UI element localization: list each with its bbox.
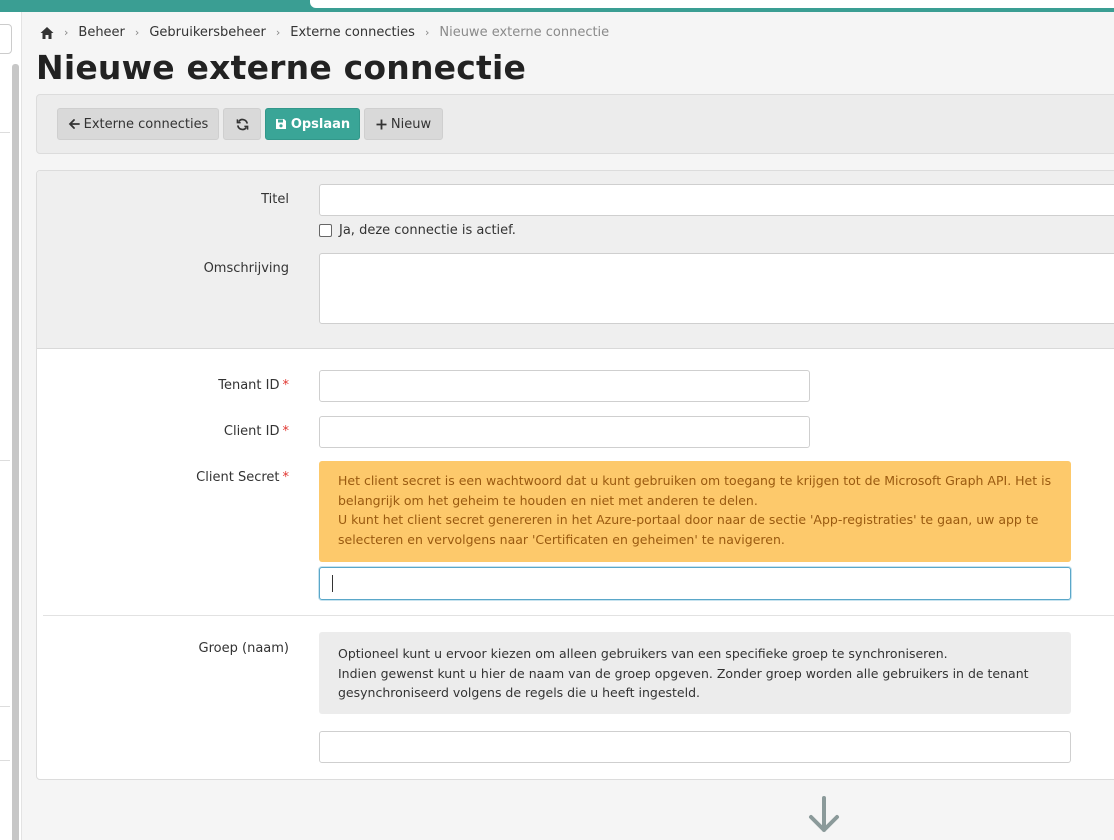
connection-form: Titel Ja, deze connectie is actief. Omsc… xyxy=(36,170,1114,780)
arrow-left-icon xyxy=(68,118,80,130)
back-button-label: Externe connecties xyxy=(83,116,209,132)
refresh-icon xyxy=(236,118,249,131)
client-id-input[interactable] xyxy=(319,416,810,448)
breadcrumb-item[interactable]: Beheer xyxy=(78,25,125,40)
text-cursor xyxy=(332,575,333,592)
client-secret-input[interactable] xyxy=(319,567,1071,600)
header-tab xyxy=(310,0,1114,8)
refresh-button[interactable] xyxy=(223,108,261,140)
active-checkbox-label: Ja, deze connectie is actief. xyxy=(339,223,516,238)
required-marker: * xyxy=(282,378,290,393)
home-icon[interactable] xyxy=(40,26,54,40)
client-secret-help-alert: Het client secret is een wachtwoord dat … xyxy=(319,461,1071,562)
top-header-bar xyxy=(0,0,1114,12)
client-id-label: Client ID * xyxy=(223,424,290,439)
chevron-right-icon: › xyxy=(275,26,281,39)
sidebar-divider xyxy=(0,760,10,761)
page-title: Nieuwe externe connectie xyxy=(36,48,527,87)
arrow-down-icon[interactable] xyxy=(808,796,840,834)
new-button[interactable]: Nieuw xyxy=(364,108,443,140)
client-secret-label: Client Secret * xyxy=(196,470,290,485)
chevron-right-icon: › xyxy=(424,26,430,39)
group-input[interactable] xyxy=(319,731,1071,763)
new-button-label: Nieuw xyxy=(390,116,432,132)
back-button[interactable]: Externe connecties xyxy=(57,108,219,140)
help-text: U kunt het client secret genereren in he… xyxy=(338,512,1039,547)
title-label: Titel xyxy=(261,192,289,207)
save-button-label: Opslaan xyxy=(290,116,351,132)
breadcrumb-item[interactable]: Externe connecties xyxy=(290,25,415,40)
required-marker: * xyxy=(282,424,290,439)
sidebar-divider xyxy=(0,460,10,461)
floppy-disk-icon xyxy=(275,118,287,130)
group-help-alert: Optioneel kunt u ervoor kiezen om alleen… xyxy=(319,632,1071,714)
sidebar-scrollbar[interactable] xyxy=(12,64,19,840)
help-text: Indien gewenst kunt u hier de naam van d… xyxy=(338,665,1029,701)
chevron-right-icon: › xyxy=(134,26,140,39)
required-marker: * xyxy=(282,470,290,485)
breadcrumb: › Beheer › Gebruikersbeheer › Externe co… xyxy=(40,25,609,40)
plus-icon xyxy=(376,119,387,130)
tenant-id-label: Tenant ID * xyxy=(218,378,290,393)
active-checkbox-row[interactable]: Ja, deze connectie is actief. xyxy=(319,223,516,238)
chevron-right-icon: › xyxy=(64,26,69,39)
sidebar xyxy=(0,12,22,840)
save-button[interactable]: Opslaan xyxy=(265,108,360,140)
group-label: Groep (naam) xyxy=(198,641,289,656)
help-text: Optioneel kunt u ervoor kiezen om alleen… xyxy=(338,646,948,661)
description-textarea[interactable] xyxy=(319,253,1114,324)
sidebar-divider xyxy=(0,132,10,133)
section-divider xyxy=(43,615,1114,616)
title-input[interactable] xyxy=(319,184,1114,216)
sidebar-search-input[interactable] xyxy=(0,24,12,54)
sidebar-divider xyxy=(0,706,10,707)
breadcrumb-item[interactable]: Gebruikersbeheer xyxy=(149,25,266,40)
tenant-id-input[interactable] xyxy=(319,370,810,402)
breadcrumb-current: Nieuwe externe connectie xyxy=(439,25,610,40)
description-label: Omschrijving xyxy=(203,261,289,276)
active-checkbox[interactable] xyxy=(319,224,332,237)
help-text: Het client secret is een wachtwoord dat … xyxy=(338,473,1052,508)
toolbar: Externe connecties Opslaan Nieuw xyxy=(36,94,1114,154)
